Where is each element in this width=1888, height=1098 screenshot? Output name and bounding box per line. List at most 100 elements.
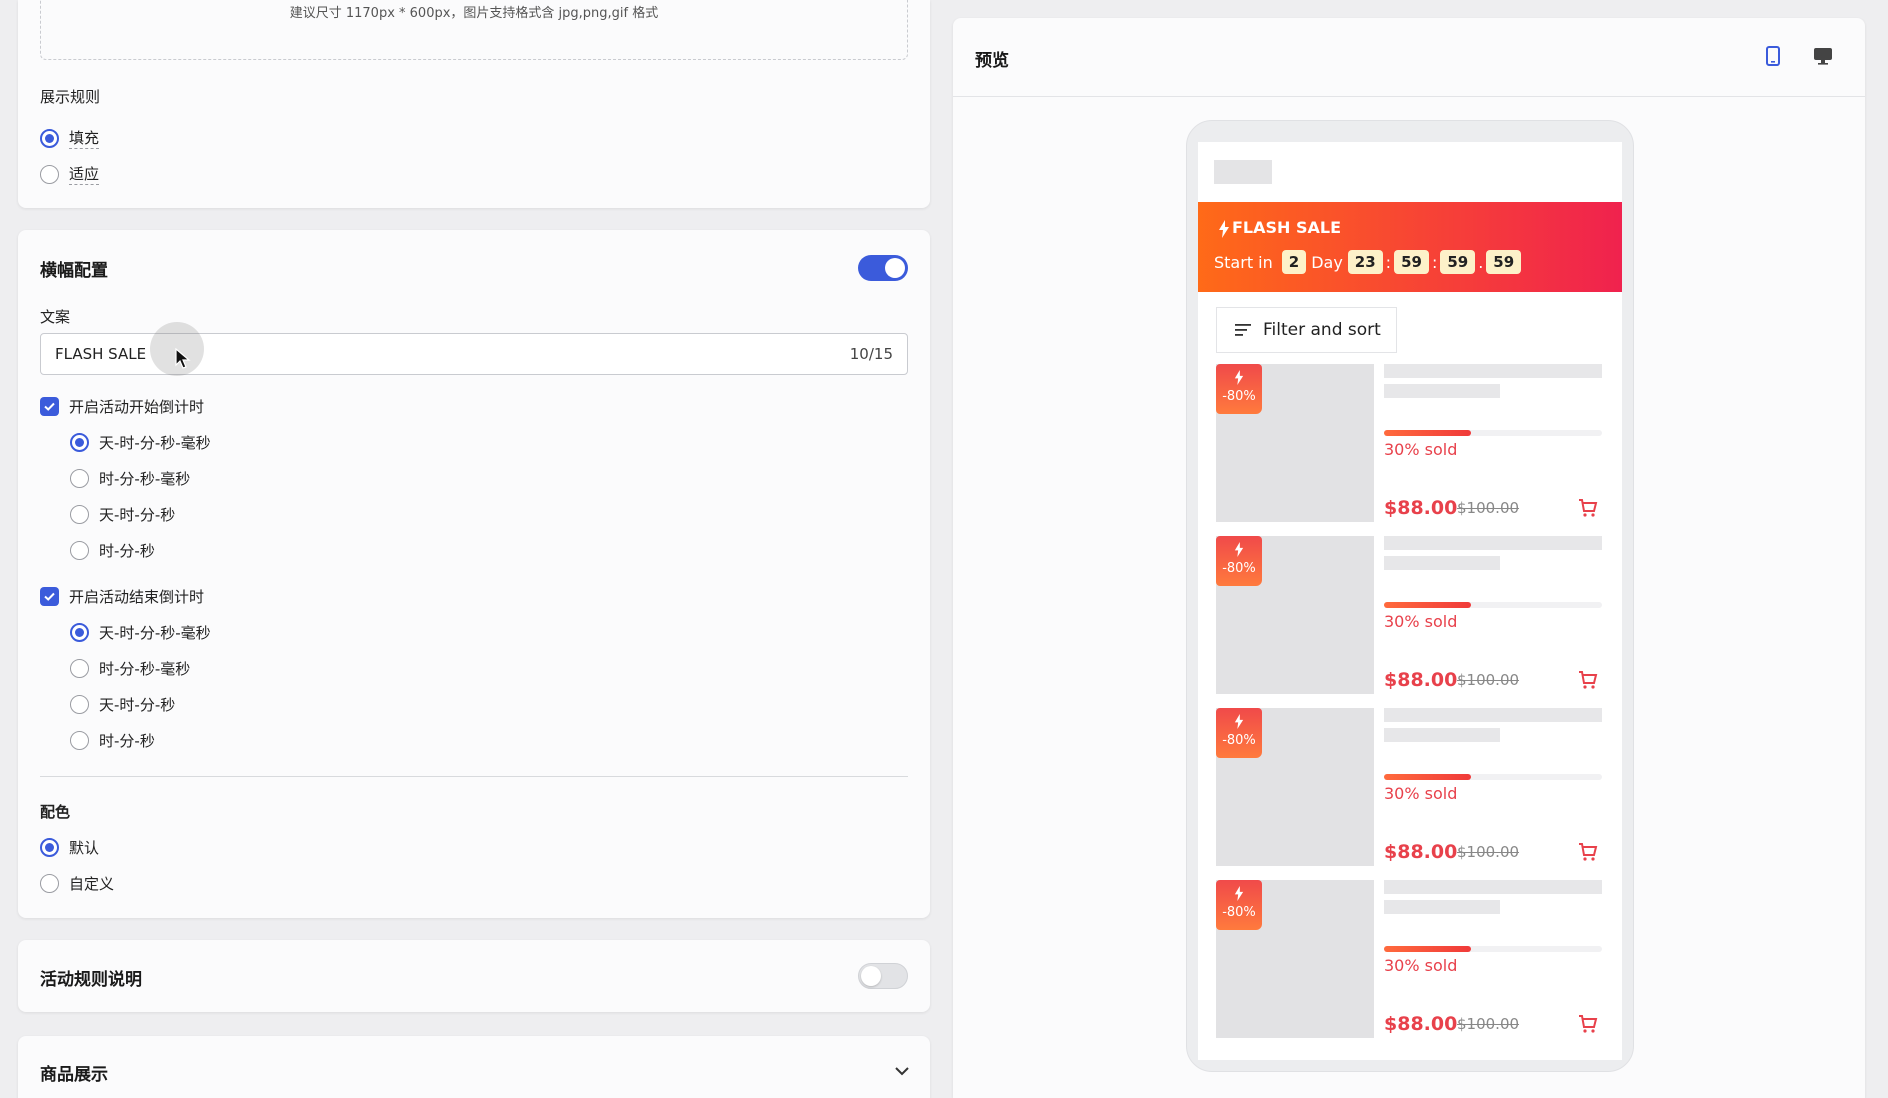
title-skeleton	[1384, 880, 1602, 894]
radio-label: 天-时-分-秒	[99, 505, 176, 524]
sold-progress-fill	[1384, 946, 1472, 952]
radio-dot	[70, 432, 89, 452]
rules-card: 活动规则说明	[18, 940, 930, 1012]
check-icon	[44, 592, 55, 601]
discount-badge: -80%	[1216, 364, 1262, 414]
sold-text: 30% sold	[1384, 956, 1458, 975]
end-countdown-checkbox[interactable]: 开启活动结束倒计时	[40, 585, 204, 607]
banner-title: FLASH SALE	[1232, 218, 1342, 237]
separator: :	[1431, 252, 1438, 272]
banner-config-title: 横幅配置	[40, 261, 108, 281]
filter-sort-button[interactable]: Filter and sort	[1216, 307, 1397, 353]
radio-dot	[40, 164, 59, 184]
display-rule-fill-radio[interactable]: 填充	[40, 127, 100, 149]
product-card[interactable]: -80% 30% sold $88.00 $100.00	[1216, 536, 1608, 694]
desktop-view-icon[interactable]	[1813, 47, 1833, 65]
sold-progress-bar	[1384, 946, 1602, 952]
color-default-radio[interactable]: 默认	[40, 836, 99, 858]
start-format-radio-2[interactable]: 时-分-秒-毫秒	[70, 467, 190, 489]
hours-box: 23	[1347, 250, 1383, 274]
rules-toggle[interactable]	[858, 963, 908, 989]
separator: :	[1385, 252, 1392, 272]
discount-text: -80%	[1222, 561, 1256, 576]
display-rule-fit-radio[interactable]: 适应	[40, 163, 100, 185]
filter-sort-label: Filter and sort	[1263, 320, 1381, 340]
checkbox-label: 开启活动开始倒计时	[69, 397, 205, 416]
filter-icon	[1235, 324, 1251, 336]
discount-text: -80%	[1222, 389, 1256, 404]
subtitle-skeleton	[1384, 384, 1500, 398]
original-price: $100.00	[1457, 499, 1520, 517]
radio-label: 默认	[69, 838, 100, 857]
radio-label: 时-分-秒	[99, 731, 155, 750]
banner-config-card: 横幅配置 文案 FLASH SALE 10/15 开启活动开始倒计时 天-时-分…	[18, 230, 930, 918]
discount-badge: -80%	[1216, 536, 1262, 586]
sale-price: $88.00	[1384, 1013, 1458, 1035]
sold-progress-fill	[1384, 430, 1472, 436]
radio-label: 天-时-分-秒	[99, 695, 176, 714]
radio-label: 时-分-秒-毫秒	[99, 659, 191, 678]
product-card[interactable]: -80% 30% sold $88.00 $100.00	[1216, 364, 1608, 522]
radio-label: 时-分-秒	[99, 541, 155, 560]
end-format-radio-3[interactable]: 天-时-分-秒	[70, 693, 175, 715]
products-card[interactable]: 商品展示	[18, 1036, 930, 1098]
lightning-icon	[1234, 714, 1244, 729]
mobile-view-icon[interactable]	[1765, 46, 1781, 66]
radio-dot	[70, 540, 89, 560]
seconds-box: 59	[1440, 250, 1476, 274]
sold-progress-fill	[1384, 774, 1472, 780]
title-skeleton	[1384, 536, 1602, 550]
lightning-icon	[1219, 220, 1229, 238]
lightning-icon	[1234, 886, 1244, 901]
copy-char-count: 10/15	[849, 345, 893, 363]
radio-label: 填充	[69, 129, 100, 149]
copy-input-value: FLASH SALE	[55, 345, 147, 363]
radio-dot	[40, 837, 59, 857]
start-countdown-checkbox[interactable]: 开启活动开始倒计时	[40, 395, 204, 417]
cart-icon[interactable]	[1578, 670, 1598, 690]
sale-price: $88.00	[1384, 841, 1458, 863]
sold-text: 30% sold	[1384, 784, 1458, 803]
start-format-radio-3[interactable]: 天-时-分-秒	[70, 503, 175, 525]
product-card[interactable]: -80% 30% sold $88.00 $100.00	[1216, 880, 1608, 1038]
color-title: 配色	[40, 803, 71, 821]
mouse-pointer-icon	[175, 348, 191, 369]
end-format-radio-4[interactable]: 时-分-秒	[70, 729, 155, 751]
subtitle-skeleton	[1384, 556, 1500, 570]
sold-progress-fill	[1384, 602, 1472, 608]
radio-dot	[70, 504, 89, 524]
start-format-radio-1[interactable]: 天-时-分-秒-毫秒	[70, 431, 211, 453]
cart-icon[interactable]	[1578, 1014, 1598, 1034]
checkbox-label: 开启活动结束倒计时	[69, 587, 205, 606]
chevron-down-icon[interactable]	[894, 1065, 910, 1077]
original-price: $100.00	[1457, 1015, 1520, 1033]
separator: .	[1478, 252, 1484, 272]
discount-text: -80%	[1222, 905, 1256, 920]
discount-badge: -80%	[1216, 708, 1262, 758]
radio-dot	[70, 468, 89, 488]
sold-progress-bar	[1384, 602, 1602, 608]
minutes-box: 59	[1394, 250, 1429, 274]
banner-config-toggle[interactable]	[858, 255, 908, 281]
preview-title: 预览	[975, 51, 1009, 71]
discount-badge: -80%	[1216, 880, 1262, 930]
cart-icon[interactable]	[1578, 842, 1598, 862]
end-format-radio-2[interactable]: 时-分-秒-毫秒	[70, 657, 190, 679]
store-logo-placeholder	[1214, 160, 1272, 184]
start-format-radio-4[interactable]: 时-分-秒	[70, 539, 155, 561]
color-custom-radio[interactable]: 自定义	[40, 872, 114, 894]
rules-title: 活动规则说明	[40, 970, 142, 990]
sold-text: 30% sold	[1384, 440, 1458, 459]
radio-label: 自定义	[69, 874, 115, 893]
radio-label: 天-时-分-秒-毫秒	[99, 433, 211, 452]
product-card[interactable]: -80% 30% sold $88.00 $100.00	[1216, 708, 1608, 866]
radio-label: 时-分-秒-毫秒	[99, 469, 191, 488]
end-format-radio-1[interactable]: 天-时-分-秒-毫秒	[70, 621, 211, 643]
days-box: 2	[1281, 250, 1307, 274]
cart-icon[interactable]	[1578, 498, 1598, 518]
flash-sale-banner: FLASH SALE Start in 2 Day 23 : 59 : 59 .…	[1198, 202, 1622, 292]
subtitle-skeleton	[1384, 728, 1500, 742]
copy-label: 文案	[40, 308, 71, 326]
ms-box: 59	[1486, 250, 1522, 274]
title-skeleton	[1384, 708, 1602, 722]
